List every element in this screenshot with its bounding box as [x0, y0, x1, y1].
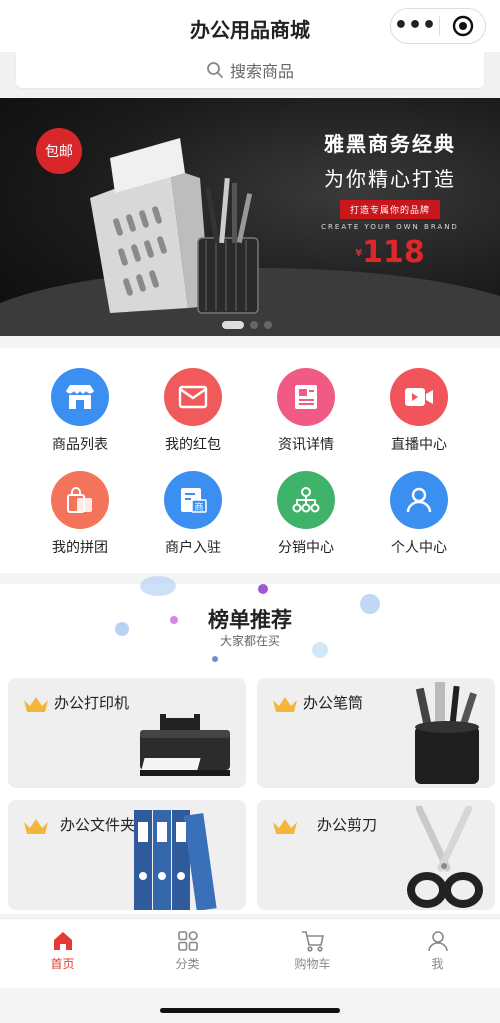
title-bar: 办公用品商城 ••• [0, 0, 500, 52]
price-value: 118 [362, 235, 425, 270]
user-icon [390, 471, 448, 529]
search-placeholder: 搜索商品 [229, 62, 294, 81]
menu-label: 我的红包 [165, 437, 221, 453]
crown-icon [24, 697, 48, 712]
banner-subheadline: 为你精心打造 [324, 167, 456, 191]
banner-english: CREATE YOUR OWN BRAND [321, 223, 459, 231]
tab-home[interactable]: 首页 [0, 919, 125, 988]
printer-image [139, 710, 230, 776]
video-camera-icon [390, 368, 448, 426]
search-bar[interactable]: 搜索商品 [16, 52, 484, 88]
ranking-card-scissors[interactable]: 办公剪刀 [257, 800, 495, 910]
search-area: 搜索商品 [0, 52, 500, 98]
menu-label: 资讯详情 [278, 437, 334, 453]
tab-cart[interactable]: 购物车 [250, 919, 375, 988]
ranking-card-pen-holder[interactable]: 办公笔筒 [257, 678, 495, 788]
more-icon[interactable]: ••• [391, 11, 439, 41]
menu-item-personal[interactable]: 个人中心 [359, 471, 479, 557]
document-icon [277, 368, 335, 426]
banner-tagline: 打造专属你的品牌 [339, 200, 440, 219]
home-icon [0, 927, 125, 955]
promo-banner[interactable]: 包邮 雅黑商务经典 为你精心打造 打造专属你的品牌 CREATE YOUR OW… [0, 98, 500, 336]
profile-icon [375, 927, 500, 955]
card-title: 办公文件夹 [60, 816, 136, 834]
menu-item-distribution[interactable]: 分销中心 [246, 471, 366, 557]
crown-icon [273, 819, 297, 834]
ranking-card-printer[interactable]: 办公打印机 [8, 678, 246, 788]
menu-label: 我的拼团 [52, 540, 108, 556]
menu-grid: 商品列表 我的红包 资讯详情 直播中心 我的拼团 商 商户入驻 分销中心 个人中… [0, 348, 500, 573]
svg-text:商: 商 [194, 501, 203, 513]
ranking-section: 榜单推荐 大家都在买 办公打印机 办公笔筒 办公文件夹 办公剪刀 [0, 576, 500, 914]
menu-label: 商户入驻 [165, 540, 221, 556]
menu-label: 直播中心 [391, 437, 447, 453]
card-title: 办公打印机 [54, 694, 130, 712]
bottom-tab-bar: 首页 分类 购物车 我 [0, 918, 500, 988]
menu-label: 商品列表 [52, 437, 108, 453]
ranking-title: 榜单推荐 [208, 608, 292, 632]
home-indicator [160, 1008, 340, 1013]
file-rack-image [90, 138, 259, 314]
mini-program-capsule: ••• [390, 8, 486, 44]
cart-icon [250, 927, 375, 955]
crown-icon [273, 697, 297, 712]
scissors-image [407, 806, 483, 908]
carousel-dot[interactable] [250, 321, 258, 329]
close-target-icon[interactable] [440, 15, 485, 37]
card-title: 办公笔筒 [303, 694, 364, 712]
binders-image [134, 810, 217, 910]
envelope-icon [164, 368, 222, 426]
carousel-indicators [222, 321, 272, 329]
menu-item-product-list[interactable]: 商品列表 [20, 368, 140, 454]
tab-label: 分类 [175, 957, 200, 971]
ranking-card-folder[interactable]: 办公文件夹 [8, 800, 246, 910]
banner-text: 雅黑商务经典 为你精心打造 打造专属你的品牌 CREATE YOUR OWN B… [290, 128, 490, 270]
store-icon [51, 368, 109, 426]
menu-item-group-buy[interactable]: 我的拼团 [20, 471, 140, 557]
tab-label: 购物车 [294, 957, 331, 971]
crown-icon [24, 819, 48, 834]
tab-label: 我 [431, 957, 444, 971]
ranking-subtitle: 大家都在买 [219, 634, 280, 648]
card-title: 办公剪刀 [317, 816, 378, 834]
menu-item-news[interactable]: 资讯详情 [246, 368, 366, 454]
merchant-icon: 商 [164, 471, 222, 529]
decor-bubble [258, 584, 268, 594]
free-shipping-badge: 包邮 [36, 128, 82, 174]
pen-holder-image [415, 682, 479, 784]
menu-item-live[interactable]: 直播中心 [359, 368, 479, 454]
carousel-dot[interactable] [264, 321, 272, 329]
menu-label: 分销中心 [278, 540, 334, 556]
tab-label: 首页 [50, 957, 75, 971]
decor-bubble [212, 656, 218, 662]
menu-label: 个人中心 [391, 540, 447, 556]
shopping-bag-icon [51, 471, 109, 529]
banner-headline: 雅黑商务经典 [324, 132, 456, 156]
banner-price: ¥118 [290, 235, 490, 270]
carousel-dot-active[interactable] [222, 321, 244, 329]
tab-category[interactable]: 分类 [125, 919, 250, 988]
network-icon [277, 471, 335, 529]
menu-item-merchant[interactable]: 商 商户入驻 [133, 471, 253, 557]
category-icon [125, 927, 250, 955]
menu-item-red-packet[interactable]: 我的红包 [133, 368, 253, 454]
decor-bubble [140, 576, 176, 596]
search-icon [207, 62, 223, 78]
tab-me[interactable]: 我 [375, 919, 500, 988]
